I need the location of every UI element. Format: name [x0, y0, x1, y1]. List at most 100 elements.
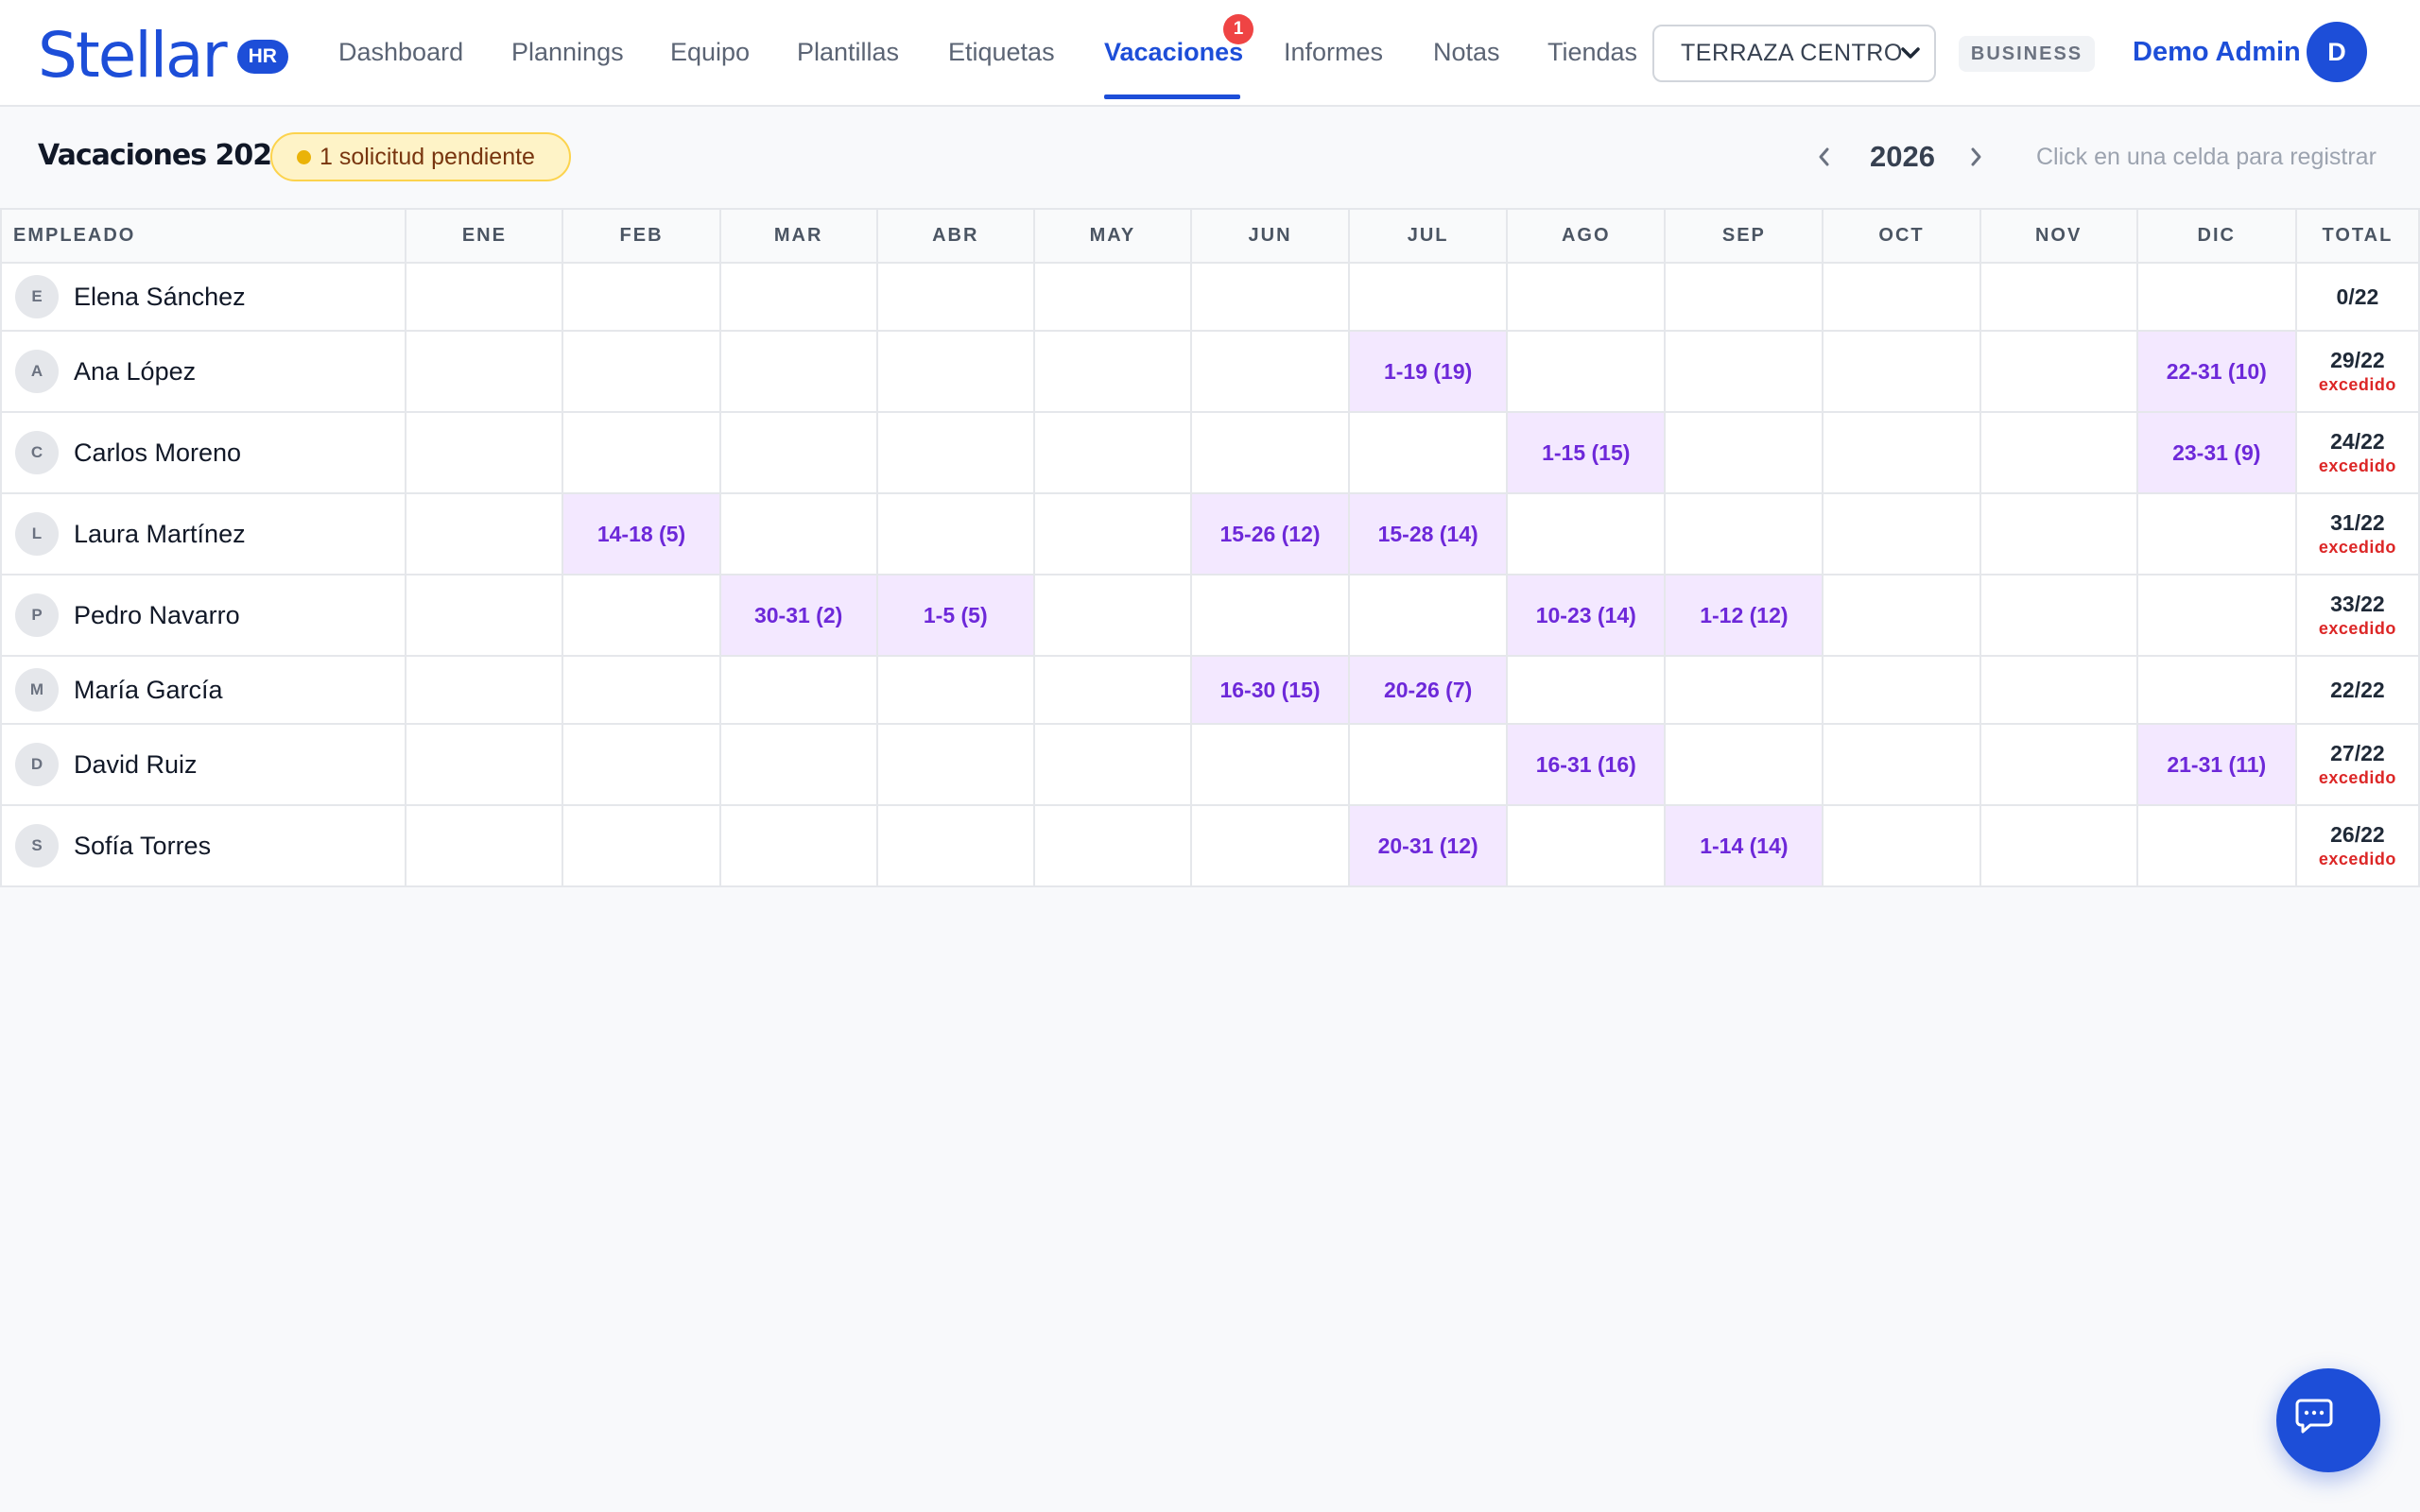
- month-cell[interactable]: [2135, 492, 2297, 576]
- month-cell[interactable]: [405, 411, 564, 494]
- month-cell[interactable]: [562, 330, 721, 413]
- vacation-cell[interactable]: 1-15 (15): [1506, 411, 1667, 494]
- month-cell[interactable]: [1822, 411, 1981, 494]
- employee-cell[interactable]: M María García: [0, 655, 407, 725]
- nav-tiendas[interactable]: Tiendas: [1547, 28, 1637, 76]
- month-cell[interactable]: [1348, 262, 1509, 332]
- month-cell[interactable]: [1979, 804, 2138, 887]
- month-cell[interactable]: [2135, 574, 2297, 657]
- month-cell[interactable]: [875, 411, 1035, 494]
- user-avatar[interactable]: D: [2307, 22, 2367, 82]
- vacation-cell[interactable]: 10-23 (14): [1506, 574, 1667, 657]
- month-cell[interactable]: [875, 492, 1035, 576]
- user-name[interactable]: Demo Admin: [2133, 28, 2301, 76]
- month-cell[interactable]: [718, 411, 878, 494]
- month-cell[interactable]: [1032, 723, 1192, 806]
- vacation-cell[interactable]: 14-18 (5): [562, 492, 721, 576]
- month-cell[interactable]: [1189, 723, 1351, 806]
- vacation-cell[interactable]: 16-30 (15): [1189, 655, 1351, 725]
- month-cell[interactable]: [405, 574, 564, 657]
- vacation-cell[interactable]: 22-31 (10): [2135, 330, 2297, 413]
- employee-cell[interactable]: E Elena Sánchez: [0, 262, 407, 332]
- month-cell[interactable]: [1822, 574, 1981, 657]
- month-cell[interactable]: [1189, 574, 1351, 657]
- month-cell[interactable]: [405, 492, 564, 576]
- month-cell[interactable]: [2135, 655, 2297, 725]
- month-cell[interactable]: [875, 804, 1035, 887]
- month-cell[interactable]: [1822, 655, 1981, 725]
- vacation-cell[interactable]: 20-31 (12): [1348, 804, 1509, 887]
- month-cell[interactable]: [1822, 723, 1981, 806]
- chevron-left-icon[interactable]: [1815, 138, 1834, 186]
- month-cell[interactable]: [2135, 262, 2297, 332]
- month-cell[interactable]: [1348, 574, 1509, 657]
- month-cell[interactable]: [875, 262, 1035, 332]
- month-cell[interactable]: [1979, 330, 2138, 413]
- store-select[interactable]: TERRAZA CENTRO: [1652, 25, 1936, 82]
- month-cell[interactable]: [1979, 655, 2138, 725]
- month-cell[interactable]: [1506, 262, 1667, 332]
- month-cell[interactable]: [562, 574, 721, 657]
- month-cell[interactable]: [405, 655, 564, 725]
- month-cell[interactable]: [718, 723, 878, 806]
- month-cell[interactable]: [562, 262, 721, 332]
- employee-cell[interactable]: D David Ruiz: [0, 723, 407, 806]
- nav-informes[interactable]: Informes: [1284, 28, 1383, 76]
- month-cell[interactable]: [405, 262, 564, 332]
- month-cell[interactable]: [1189, 411, 1351, 494]
- month-cell[interactable]: [1348, 411, 1509, 494]
- month-cell[interactable]: [1032, 492, 1192, 576]
- nav-vacaciones[interactable]: Vacaciones: [1104, 28, 1243, 76]
- month-cell[interactable]: [1822, 262, 1981, 332]
- month-cell[interactable]: [405, 804, 564, 887]
- vacation-cell[interactable]: 20-26 (7): [1348, 655, 1509, 725]
- month-cell[interactable]: [718, 655, 878, 725]
- month-cell[interactable]: [718, 262, 878, 332]
- chevron-right-icon[interactable]: [1966, 138, 1985, 186]
- employee-cell[interactable]: L Laura Martínez: [0, 492, 407, 576]
- vacation-cell[interactable]: 15-26 (12): [1189, 492, 1351, 576]
- month-cell[interactable]: [562, 655, 721, 725]
- month-cell[interactable]: [1032, 804, 1192, 887]
- month-cell[interactable]: [1506, 492, 1667, 576]
- vacation-cell[interactable]: 1-12 (12): [1664, 574, 1824, 657]
- month-cell[interactable]: [1664, 411, 1824, 494]
- month-cell[interactable]: [1979, 574, 2138, 657]
- month-cell[interactable]: [718, 804, 878, 887]
- pending-requests-badge[interactable]: 1 solicitud pendiente: [270, 132, 571, 181]
- month-cell[interactable]: [1664, 262, 1824, 332]
- vacation-cell[interactable]: 15-28 (14): [1348, 492, 1509, 576]
- month-cell[interactable]: [405, 330, 564, 413]
- vacation-cell[interactable]: 30-31 (2): [718, 574, 878, 657]
- month-cell[interactable]: [1664, 655, 1824, 725]
- month-cell[interactable]: [1506, 804, 1667, 887]
- employee-cell[interactable]: A Ana López: [0, 330, 407, 413]
- brand-logo[interactable]: Stellar HR: [38, 17, 288, 93]
- month-cell[interactable]: [875, 723, 1035, 806]
- vacation-cell[interactable]: 23-31 (9): [2135, 411, 2297, 494]
- month-cell[interactable]: [1822, 330, 1981, 413]
- month-cell[interactable]: [1189, 262, 1351, 332]
- vacation-cell[interactable]: 1-5 (5): [875, 574, 1035, 657]
- month-cell[interactable]: [1189, 804, 1351, 887]
- nav-notas[interactable]: Notas: [1433, 28, 1500, 76]
- month-cell[interactable]: [1664, 330, 1824, 413]
- month-cell[interactable]: [1979, 723, 2138, 806]
- vacation-cell[interactable]: 21-31 (11): [2135, 723, 2297, 806]
- month-cell[interactable]: [1979, 262, 2138, 332]
- month-cell[interactable]: [1032, 262, 1192, 332]
- month-cell[interactable]: [1822, 804, 1981, 887]
- employee-cell[interactable]: P Pedro Navarro: [0, 574, 407, 657]
- employee-cell[interactable]: C Carlos Moreno: [0, 411, 407, 494]
- month-cell[interactable]: [875, 330, 1035, 413]
- month-cell[interactable]: [405, 723, 564, 806]
- month-cell[interactable]: [1979, 411, 2138, 494]
- month-cell[interactable]: [1032, 411, 1192, 494]
- month-cell[interactable]: [562, 804, 721, 887]
- month-cell[interactable]: [1979, 492, 2138, 576]
- month-cell[interactable]: [1032, 574, 1192, 657]
- month-cell[interactable]: [718, 492, 878, 576]
- chat-button[interactable]: [2276, 1368, 2380, 1472]
- month-cell[interactable]: [875, 655, 1035, 725]
- nav-plannings[interactable]: Plannings: [511, 28, 624, 76]
